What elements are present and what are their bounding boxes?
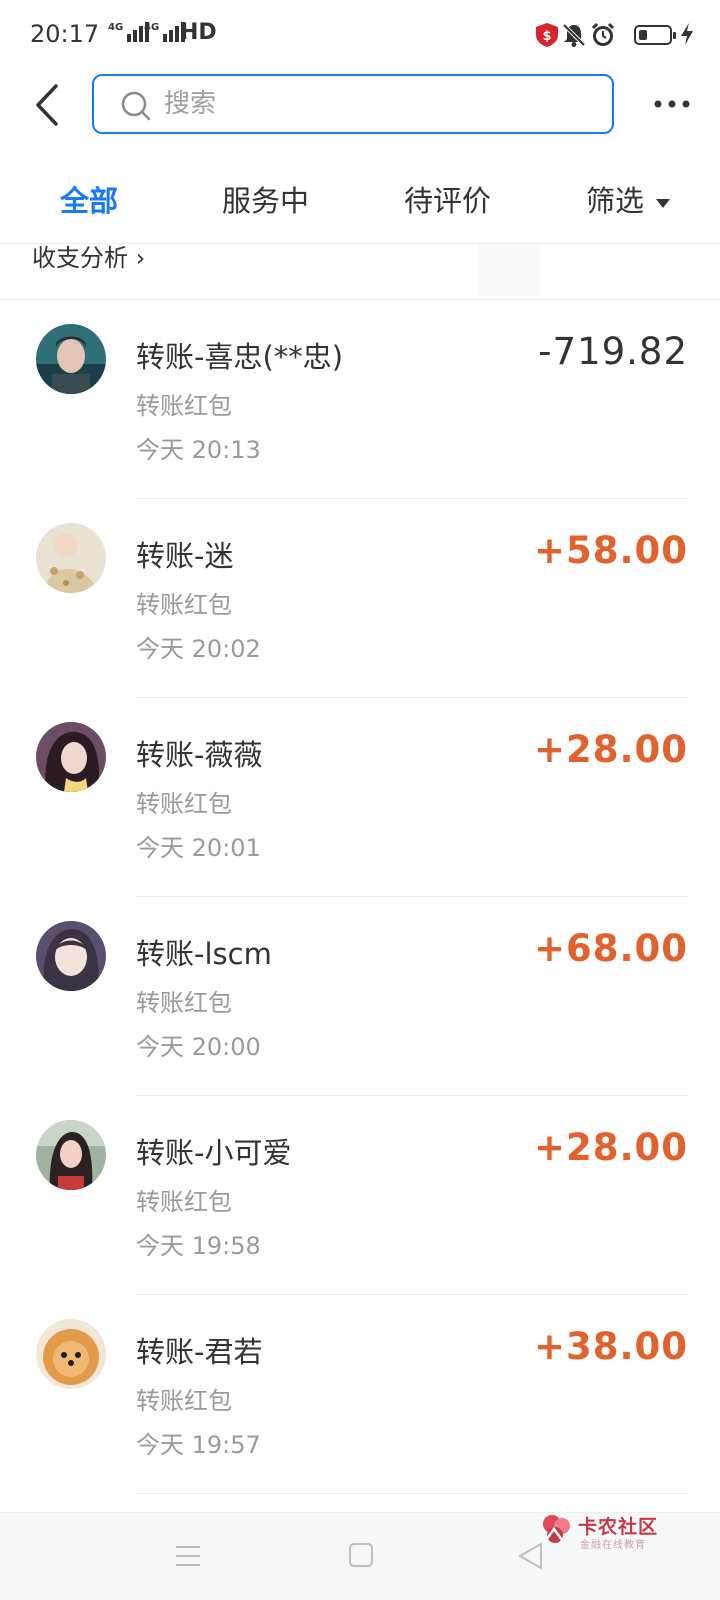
tab-filter[interactable]: 筛选	[586, 178, 671, 220]
back-arrow-icon[interactable]	[28, 82, 68, 128]
transaction-row[interactable]: 转账-君若 转账红包 今天 19:57 +38.00	[0, 1295, 720, 1494]
transaction-title: 转账-君若	[136, 1335, 263, 1369]
nav-menu-icon[interactable]	[174, 1543, 202, 1569]
header	[0, 70, 720, 140]
search-bar[interactable]	[92, 74, 614, 134]
transaction-time: 今天 20:01	[136, 834, 261, 862]
tab-to-review[interactable]: 待评价	[404, 178, 491, 220]
more-icon[interactable]	[652, 92, 692, 116]
transaction-type: 转账红包	[136, 989, 232, 1017]
watermark-name: 卡农社区	[578, 1516, 659, 1538]
transaction-title: 转账-lscm	[136, 937, 272, 971]
analysis-link[interactable]: 收支分析 ›	[32, 244, 145, 273]
search-icon	[121, 91, 151, 121]
transaction-amount: +68.00	[533, 927, 688, 970]
income-expense-analysis[interactable]: 收支分析 ›	[0, 244, 720, 300]
transaction-row[interactable]: 转账-迷 转账红包 今天 20:02 +58.00	[0, 499, 720, 698]
transaction-time: 今天 19:58	[136, 1232, 261, 1260]
hd-indicator: HD	[180, 20, 217, 45]
watermark-tagline: 金融在线教育	[580, 1540, 646, 1551]
transaction-row[interactable]: 转账-薇薇 转账红包 今天 20:01 +28.00	[0, 698, 720, 897]
watermark: 卡农社区 金融在线教育	[540, 1512, 670, 1552]
status-bar: 20:17 4G 4G HD $	[0, 0, 720, 70]
transaction-title: 转账-喜忠(**忠)	[136, 340, 344, 374]
transaction-title: 转账-薇薇	[136, 738, 263, 772]
tab-filter-label: 筛选	[586, 184, 645, 218]
filter-caret-icon	[656, 198, 671, 208]
transaction-type: 转账红包	[136, 392, 232, 420]
mute-bell-icon	[562, 23, 586, 47]
transaction-amount: +38.00	[533, 1325, 688, 1368]
transaction-time: 今天 19:57	[136, 1431, 261, 1459]
avatar	[36, 722, 106, 792]
avatar	[36, 523, 106, 593]
transaction-row[interactable]: 转账-小可爱 转账红包 今天 19:58 +28.00	[0, 1096, 720, 1295]
transaction-time: 今天 20:00	[136, 1033, 261, 1061]
transaction-type: 转账红包	[136, 591, 232, 619]
transaction-row[interactable]: 转账-lscm 转账红包 今天 20:00 +68.00	[0, 897, 720, 1096]
avatar	[36, 324, 106, 394]
tab-in-service[interactable]: 服务中	[222, 178, 309, 220]
avatar	[36, 1120, 106, 1190]
transaction-amount: +58.00	[533, 529, 688, 572]
search-input[interactable]	[164, 84, 584, 124]
battery-icon	[634, 25, 676, 45]
nav-home-icon[interactable]	[349, 1543, 373, 1567]
watermark-logo	[543, 1515, 570, 1543]
transaction-type: 转账红包	[136, 1188, 232, 1216]
transaction-title: 转账-小可爱	[136, 1136, 292, 1170]
transaction-title: 转账-迷	[136, 539, 234, 573]
transaction-type: 转账红包	[136, 790, 232, 818]
transaction-amount: -719.82	[538, 330, 688, 373]
transaction-list: 转账-喜忠(**忠) 转账红包 今天 20:13 -719.82 转账-迷 转账…	[0, 300, 720, 1494]
status-time: 20:17	[30, 20, 100, 48]
transaction-row[interactable]: 转账-喜忠(**忠) 转账红包 今天 20:13 -719.82	[0, 300, 720, 499]
charging-icon	[681, 23, 693, 45]
transaction-amount: +28.00	[533, 1126, 688, 1169]
transaction-time: 今天 20:02	[136, 635, 261, 663]
svg-text:$: $	[542, 29, 551, 44]
avatar	[36, 921, 106, 991]
analysis-placeholder	[478, 244, 540, 296]
shield-icon: $	[536, 23, 558, 47]
tab-all[interactable]: 全部	[60, 178, 118, 220]
alarm-icon	[591, 22, 615, 46]
filter-tabs: 全部 服务中 待评价 筛选	[0, 150, 720, 244]
transaction-time: 今天 20:13	[136, 436, 261, 464]
avatar	[36, 1319, 106, 1389]
transaction-type: 转账红包	[136, 1387, 232, 1415]
transaction-amount: +28.00	[533, 728, 688, 771]
